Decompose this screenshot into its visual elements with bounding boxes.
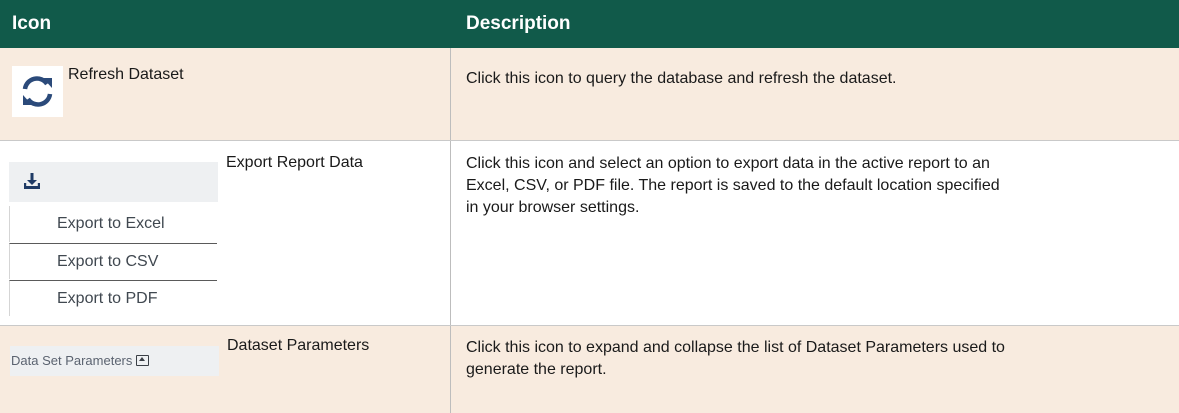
row-divider <box>0 325 1179 326</box>
download-icon[interactable] <box>23 172 41 190</box>
table-row <box>0 48 1179 141</box>
table-header: Icon Description <box>0 0 1179 48</box>
refresh-icon[interactable] <box>12 66 63 117</box>
export-to-excel-option[interactable]: Export to Excel <box>9 206 217 242</box>
export-widget: Export to Excel Export to CSV Export to … <box>9 162 218 319</box>
header-icon: Icon <box>12 13 52 34</box>
row-divider <box>0 140 1179 141</box>
dataset-parameters-toggle[interactable]: Data Set Parameters <box>10 346 219 376</box>
column-divider <box>450 48 451 413</box>
export-report-data-description: Click this icon and select an option to … <box>466 153 1166 219</box>
dataset-parameters-description: Click this icon to expand and collapse t… <box>466 337 1166 381</box>
export-toolbar <box>9 162 218 202</box>
header-description: Description <box>466 13 571 34</box>
description-line: Excel, CSV, or PDF file. The report is s… <box>466 177 1000 194</box>
collapse-toggle-icon[interactable] <box>136 355 150 367</box>
refresh-button[interactable] <box>12 66 63 117</box>
description-line: Click this icon to expand and collapse t… <box>466 339 1005 356</box>
export-to-pdf-option[interactable]: Export to PDF <box>9 280 217 316</box>
export-report-data-label: Export Report Data <box>226 154 363 171</box>
description-line: generate the report. <box>466 361 607 378</box>
description-line: Click this icon and select an option to … <box>466 155 990 172</box>
refresh-dataset-label: Refresh Dataset <box>68 66 184 83</box>
dataset-parameters-widget-label: Data Set Parameters <box>11 353 133 368</box>
description-line: in your browser settings. <box>466 199 640 216</box>
dataset-parameters-label: Dataset Parameters <box>227 337 370 354</box>
refresh-dataset-description: Click this icon to query the database an… <box>466 70 897 87</box>
export-to-csv-option[interactable]: Export to CSV <box>9 243 217 279</box>
icon-reference-table: Icon Description Refresh Dataset Click t… <box>0 0 1179 413</box>
